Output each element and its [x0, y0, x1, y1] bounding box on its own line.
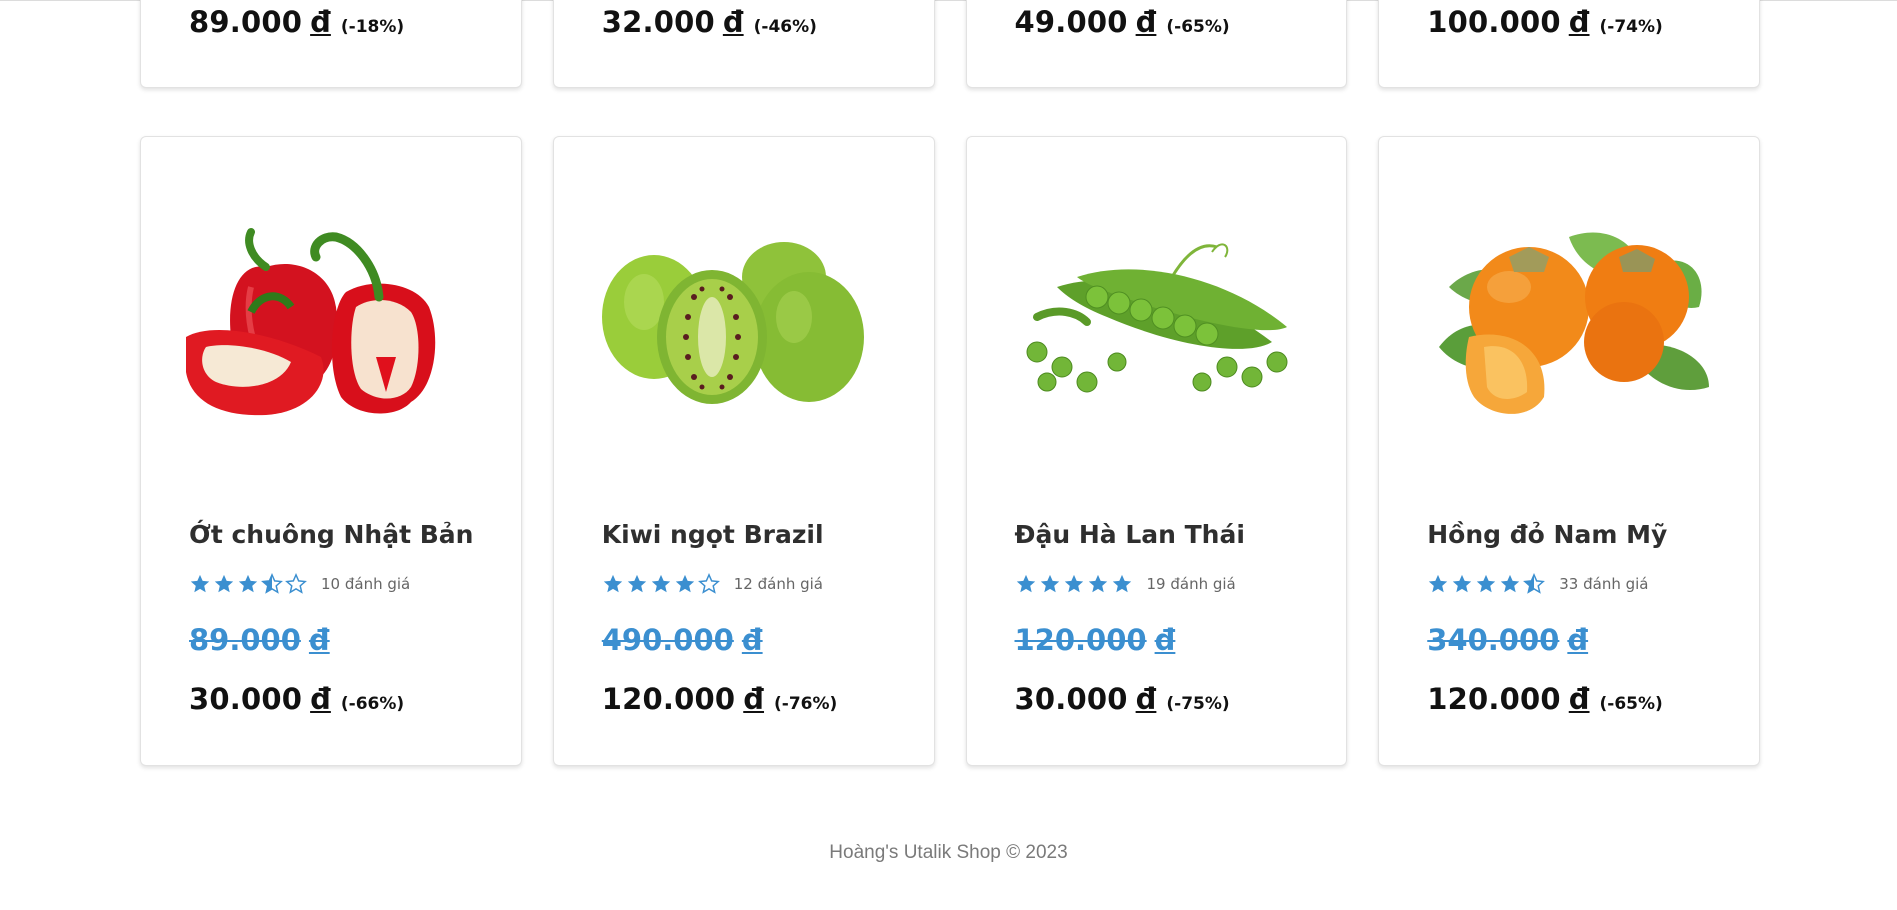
discount-badge: (-18%): [340, 17, 405, 37]
currency-symbol: đ: [1567, 623, 1589, 657]
product-name[interactable]: Kiwi ngọt Brazil: [602, 520, 824, 549]
product-image-kiwi-berries[interactable]: [584, 197, 904, 437]
star-empty-icon: [697, 573, 720, 595]
currency-symbol: đ: [1135, 5, 1157, 39]
discount-badge: (-66%): [340, 694, 405, 714]
sale-price: 49.000: [1014, 5, 1128, 39]
star-filled-icon: [213, 573, 235, 595]
original-price: 490.000: [601, 623, 734, 657]
star-filled-icon: [1015, 573, 1037, 595]
sale-price: 120.000: [1427, 682, 1561, 716]
star-filled-icon: [626, 573, 648, 595]
product-grid-top-row: 89.000 đ (-18%) 32.000 đ (-46%) 49.000 đ…: [140, 0, 1760, 88]
star-filled-icon: [189, 573, 211, 595]
star-filled-icon: [1039, 573, 1061, 595]
original-price: 120.000: [1014, 623, 1147, 657]
product-rating: 19 đánh giá: [1015, 573, 1236, 595]
original-price-line: 490.000 đ: [602, 623, 763, 657]
star-filled-icon: [1499, 573, 1521, 595]
product-card[interactable]: 49.000 đ (-65%): [965, 0, 1348, 88]
price-line: 49.000 đ (-65%): [1015, 5, 1230, 39]
price-line: 120.000 đ (-65%): [1427, 682, 1663, 716]
currency-symbol: đ: [1135, 682, 1157, 716]
price-line: 100.000 đ (-74%): [1427, 5, 1663, 39]
product-rating: 12 đánh giá: [602, 573, 823, 595]
price-line: 32.000 đ (-46%): [602, 5, 817, 39]
product-card[interactable]: Kiwi ngọt Brazil 12 đánh giá 490.000 đ 1…: [552, 136, 935, 766]
star-filled-icon: [237, 573, 259, 595]
currency-symbol: đ: [722, 5, 744, 39]
original-price-line: 120.000 đ: [1015, 623, 1176, 657]
product-card[interactable]: Ớt chuông Nhật Bản 10 đánh giá 89.000 đ …: [140, 136, 522, 766]
sale-price: 100.000: [1427, 5, 1561, 39]
sale-price: 89.000: [189, 5, 303, 39]
product-card[interactable]: 100.000 đ (-74%): [1378, 0, 1760, 88]
star-filled-icon: [1063, 573, 1085, 595]
star-filled-icon: [1475, 573, 1497, 595]
price-line: 120.000 đ (-76%): [602, 682, 838, 716]
product-image-red-bell-pepper[interactable]: [171, 197, 491, 437]
currency-symbol: đ: [741, 623, 763, 657]
star-filled-icon: [674, 573, 696, 595]
review-count: 12 đánh giá: [733, 575, 823, 593]
price-line: 89.000 đ (-18%): [189, 5, 404, 39]
sale-price: 30.000: [189, 682, 303, 716]
discount-badge: (-74%): [1599, 17, 1663, 37]
star-filled-icon: [650, 573, 672, 595]
footer-copyright: Hoàng's Utalik Shop © 2023: [829, 842, 1068, 863]
discount-badge: (-65%): [1166, 17, 1230, 37]
review-count: 33 đánh giá: [1559, 575, 1649, 593]
currency-symbol: đ: [310, 5, 331, 39]
star-half-icon: [261, 573, 283, 595]
product-name[interactable]: Hồng đỏ Nam Mỹ: [1427, 520, 1667, 549]
star-empty-icon: [285, 573, 307, 595]
discount-badge: (-65%): [1599, 694, 1663, 714]
product-card[interactable]: Đậu Hà Lan Thái 19 đánh giá 120.000 đ 30…: [965, 136, 1348, 766]
discount-badge: (-46%): [753, 17, 817, 37]
product-rating: 33 đánh giá: [1427, 573, 1648, 595]
discount-badge: (-76%): [774, 694, 838, 714]
product-grid-main-row: Ớt chuông Nhật Bản 10 đánh giá 89.000 đ …: [140, 136, 1760, 766]
product-card[interactable]: 89.000 đ (-18%): [140, 0, 522, 88]
discount-badge: (-75%): [1166, 694, 1230, 714]
star-half-icon: [1523, 573, 1546, 595]
currency-symbol: đ: [743, 682, 765, 716]
price-line: 30.000 đ (-66%): [189, 682, 404, 716]
review-count: 19 đánh giá: [1146, 575, 1236, 593]
original-price: 89.000: [189, 623, 301, 657]
star-filled-icon: [1087, 573, 1109, 595]
currency-symbol: đ: [310, 682, 331, 716]
product-card[interactable]: 32.000 đ (-46%): [552, 0, 935, 88]
product-name[interactable]: Đậu Hà Lan Thái: [1015, 520, 1245, 549]
original-price-line: 340.000 đ: [1427, 623, 1588, 657]
product-rating: 10 đánh giá: [189, 573, 410, 595]
sale-price: 30.000: [1014, 682, 1128, 716]
product-image-persimmons[interactable]: [1409, 197, 1729, 437]
product-name[interactable]: Ớt chuông Nhật Bản: [189, 520, 473, 549]
currency-symbol: đ: [1568, 5, 1590, 39]
original-price: 340.000: [1427, 623, 1560, 657]
star-filled-icon: [1111, 573, 1133, 595]
sale-price: 32.000: [601, 5, 715, 39]
price-line: 30.000 đ (-75%): [1015, 682, 1230, 716]
star-filled-icon: [1427, 573, 1449, 595]
currency-symbol: đ: [1154, 623, 1176, 657]
currency-symbol: đ: [1568, 682, 1590, 716]
currency-symbol: đ: [308, 623, 330, 657]
sale-price: 120.000: [601, 682, 736, 716]
original-price-line: 89.000 đ: [189, 623, 330, 657]
product-card[interactable]: Hồng đỏ Nam Mỹ 33 đánh giá 340.000 đ 120…: [1378, 136, 1760, 766]
star-filled-icon: [602, 573, 624, 595]
star-filled-icon: [1451, 573, 1473, 595]
review-count: 10 đánh giá: [321, 575, 411, 593]
product-image-green-peas[interactable]: [997, 197, 1317, 437]
